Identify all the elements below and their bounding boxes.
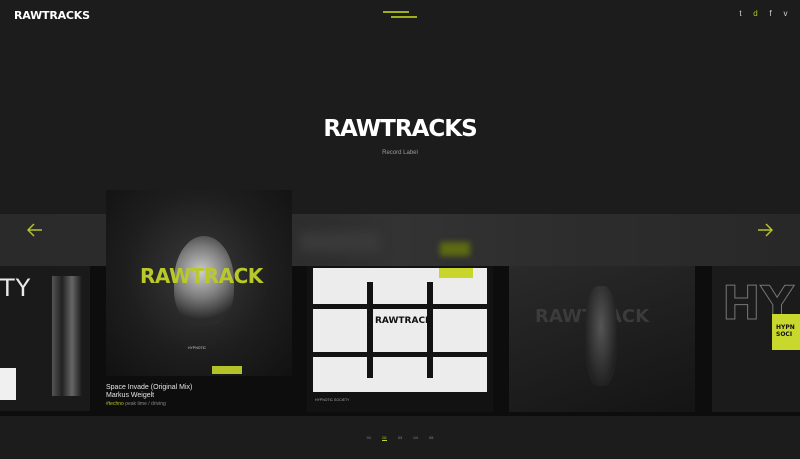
menu-line <box>383 11 409 13</box>
twitter-icon[interactable]: t <box>736 9 745 18</box>
blur-accent <box>440 242 470 256</box>
cover-badge <box>212 366 242 374</box>
album-cover-3[interactable]: RAWTRACK HYPNOTIC SOCIETY <box>307 266 493 412</box>
facebook-icon[interactable]: f <box>766 9 775 18</box>
page-dot-active[interactable]: 02 <box>382 435 387 441</box>
site-logo[interactable]: RAWTRACKS <box>14 9 90 22</box>
menu-line <box>391 16 417 18</box>
blur-shape <box>300 232 380 252</box>
cover-art <box>0 368 16 400</box>
featured-track-info: Space Invade (Original Mix) Markus Weige… <box>106 384 306 409</box>
track-title[interactable]: Space Invade (Original Mix) <box>106 384 306 392</box>
page-dot[interactable]: 03 <box>398 435 402 440</box>
album-cover-1[interactable]: TY <box>0 266 90 411</box>
prev-arrow-icon[interactable] <box>24 219 46 241</box>
page-dot[interactable]: 04 <box>413 435 417 440</box>
hero-subtitle: Record Label <box>382 150 418 156</box>
track-artist[interactable]: Markus Weigelt <box>106 392 306 400</box>
social-links: t d f v <box>736 9 790 18</box>
cover-text: TY <box>0 274 32 302</box>
menu-toggle-icon[interactable] <box>380 9 420 21</box>
cover-art <box>313 352 487 357</box>
track-meta: peak time / driving <box>125 401 166 407</box>
cover-art <box>52 276 82 396</box>
vimeo-icon[interactable]: v <box>781 9 790 18</box>
cover-footer: HYPNOTIC SOCIETY <box>315 398 350 402</box>
cover-art <box>367 282 373 378</box>
genre-tag[interactable]: #techno <box>106 401 124 407</box>
cover-title: RAWTRACK <box>140 264 263 288</box>
cover-art <box>427 282 433 378</box>
cover-art <box>313 268 487 392</box>
cover-label: HYPN SOCI <box>776 324 795 338</box>
beetle-artwork <box>585 286 617 386</box>
page-dot[interactable]: 05 <box>429 435 433 440</box>
dribbble-icon[interactable]: d <box>751 9 760 18</box>
hero-title: RAWTRACKS <box>323 116 477 142</box>
slider-pagination: 01 02 03 04 05 <box>0 435 800 441</box>
cover-title: RAWTRACK <box>375 316 433 326</box>
next-arrow-icon[interactable] <box>754 219 776 241</box>
track-tags: #techno peak time / driving <box>106 400 306 409</box>
site-header: RAWTRACKS t d f v <box>0 0 800 34</box>
album-cover-featured[interactable]: RAWTRACK HYPNOTIC <box>106 190 292 376</box>
album-cover-5[interactable]: HY HYPN SOCI <box>712 266 800 412</box>
cover-label: HYPNOTIC <box>188 346 207 350</box>
cover-art <box>313 304 487 309</box>
page-dot[interactable]: 01 <box>367 435 371 440</box>
cover-accent <box>439 268 473 278</box>
album-cover-4[interactable]: RAWTRACK <box>509 266 695 412</box>
